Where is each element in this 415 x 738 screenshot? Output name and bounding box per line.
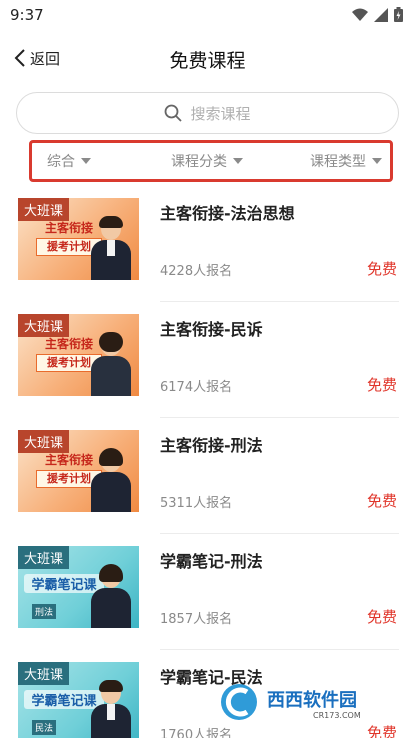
page-title: 免费课程 [169,50,246,72]
course-title: 主客衔接-民诉 [160,320,263,339]
filter-type-label: 课程类型 [310,154,366,170]
svg-text:CR173.COM: CR173.COM [313,711,361,720]
teacher-photo [91,448,131,512]
enrollment-count: 5311人报名 [160,496,233,511]
search-input[interactable]: 搜索课程 [16,92,399,134]
course-thumbnail: 大班课 学霸笔记课 民法 [18,662,139,738]
teacher-photo [91,216,131,280]
course-price: 免费 [366,608,397,626]
status-time: 9:37 [10,6,44,24]
dropdown-triangle-icon [81,158,91,164]
course-price: 免费 [366,376,397,394]
course-badge: 大班课 [18,430,70,453]
course-title: 主客衔接-法治思想 [160,204,295,223]
course-thumbnail: 大班课 学霸笔记课 刑法 [18,546,139,628]
watermark-logo: 西西软件园 CR173.COM [221,684,395,720]
status-icons [352,7,403,22]
battery-icon [394,7,403,22]
status-bar: 9:37 [0,0,415,30]
nav-bar: 返回 免费课程 [0,36,415,80]
signal-icon [374,7,388,22]
course-price: 免费 [366,724,397,738]
promo-main: 主客衔接 [44,453,93,467]
course-item[interactable]: 大班课 主客衔接 援考计划 主客衔接-民诉 6174人报名 免费 [0,302,415,418]
course-badge: 大班课 [18,662,70,685]
course-item[interactable]: 大班课 学霸笔记课 刑法 学霸笔记-刑法 1857人报名 免费 [0,534,415,650]
promo-sub: 刑法 [32,604,57,619]
course-thumbnail: 大班课 主客衔接 援考计划 [18,430,139,512]
course-thumbnail: 大班课 主客衔接 援考计划 [18,198,139,280]
teacher-photo [91,680,131,738]
filter-sort[interactable]: 综合 [47,151,91,171]
filter-category-label: 课程分类 [171,154,227,170]
course-title: 学霸笔记-刑法 [160,552,263,571]
course-badge: 大班课 [18,546,70,569]
promo-main: 主客衔接 [44,221,93,235]
course-item[interactable]: 大班课 主客衔接 援考计划 主客衔接-刑法 5311人报名 免费 [0,418,415,534]
course-thumbnail: 大班课 主客衔接 援考计划 [18,314,139,396]
enrollment-count: 1760人报名 [160,728,233,738]
teacher-photo [91,332,131,396]
course-badge: 大班课 [18,198,70,221]
course-price: 免费 [366,492,397,510]
teacher-photo [91,564,131,628]
enrollment-count: 4228人报名 [160,264,233,279]
filter-bar: 综合 课程分类 课程类型 [29,140,393,182]
filter-sort-label: 综合 [47,154,75,170]
promo-sub: 民法 [32,720,57,735]
search-icon [165,104,183,122]
wifi-icon [352,8,368,21]
filter-type[interactable]: 课程类型 [310,151,382,171]
enrollment-count: 1857人报名 [160,612,233,627]
enrollment-count: 6174人报名 [160,380,233,395]
course-title: 主客衔接-刑法 [160,436,263,455]
course-price: 免费 [366,260,397,278]
dropdown-triangle-icon [233,158,243,164]
course-item[interactable]: 大班课 主客衔接 援考计划 主客衔接-法治思想 4228人报名 免费 [0,186,415,302]
course-badge: 大班课 [18,314,70,337]
search-placeholder: 搜索课程 [190,104,251,123]
dropdown-triangle-icon [372,158,382,164]
svg-text:西西软件园: 西西软件园 [267,689,357,711]
filter-category[interactable]: 课程分类 [171,151,243,171]
promo-main: 主客衔接 [44,337,93,351]
